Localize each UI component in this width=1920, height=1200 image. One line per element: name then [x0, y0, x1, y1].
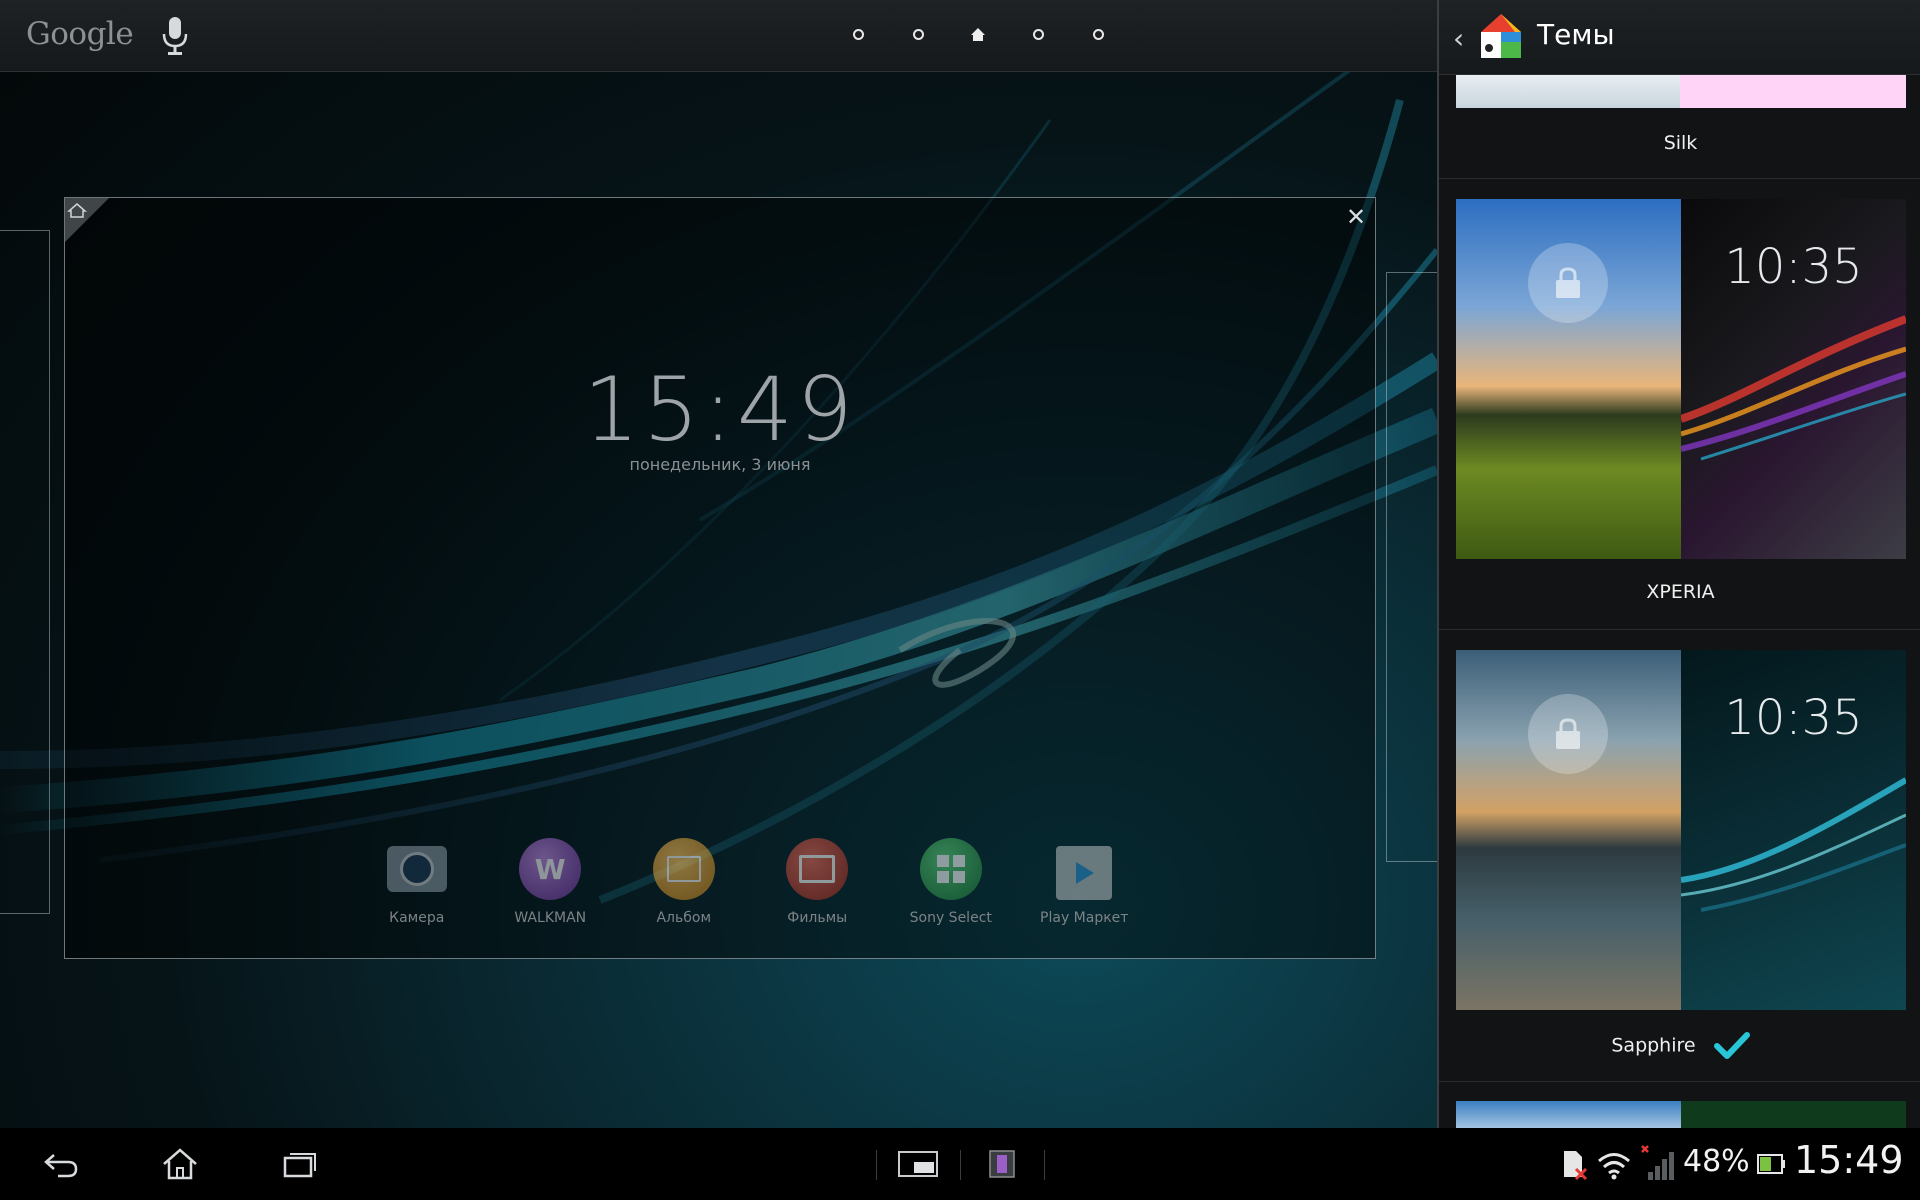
small-apps-button[interactable]: [888, 1142, 948, 1186]
divider: [876, 1150, 877, 1180]
dock-app-label: Фильмы: [787, 910, 848, 926]
back-icon: [44, 1154, 78, 1178]
microphone-icon[interactable]: [160, 14, 190, 58]
clock-widget[interactable]: 15:49: [65, 358, 1375, 461]
sony-select-icon: [919, 838, 982, 900]
wifi-icon: [1598, 1153, 1630, 1180]
home-button[interactable]: [150, 1142, 210, 1186]
lockscreen-preview: [1456, 1101, 1681, 1128]
system-bar: 48% 15:49: [0, 1128, 1920, 1200]
play-market-icon: [1056, 846, 1113, 900]
theme-preview-xperia: 10:35: [1456, 199, 1906, 559]
battery-percent: 48%: [1683, 1144, 1750, 1179]
preview-clock: 10:35: [1724, 239, 1863, 295]
dock-app-movies[interactable]: Фильмы: [751, 838, 885, 926]
homescreen-preview: 10:35: [1681, 650, 1906, 1010]
home-icon: [163, 1148, 197, 1180]
dock-app-label: Альбом: [656, 910, 712, 926]
theme-item-sapphire[interactable]: 10:35 Sapphire: [1439, 629, 1920, 1082]
divider: [1044, 1150, 1045, 1180]
theme-preview-sapphire: 10:35: [1456, 650, 1906, 1010]
lock-icon: [1528, 694, 1608, 774]
left-page-edge[interactable]: [0, 230, 50, 914]
walkman-icon: W: [519, 838, 582, 900]
page-dot[interactable]: [828, 22, 888, 46]
app-dock: Камера W WALKMAN Альбом Фильмы Sony Sele…: [350, 838, 1151, 926]
home-icon: [971, 27, 985, 41]
theme-item-next[interactable]: [1439, 1081, 1920, 1128]
themes-title: Темы: [1537, 18, 1615, 51]
preview-clock: 10:35: [1724, 690, 1863, 746]
home-page-preview[interactable]: ✕ 15:49 понедельник, 3 июня Камера W WAL…: [64, 197, 1376, 959]
cell-signal-icon: [1641, 1145, 1674, 1180]
silk-preview-right: [1680, 75, 1906, 108]
battery-icon: [1757, 1154, 1785, 1174]
page-dot[interactable]: [1068, 22, 1128, 46]
small-app-shortcut[interactable]: [972, 1142, 1032, 1186]
dock-app-play-market[interactable]: Play Маркет: [1018, 838, 1152, 926]
dock-app-camera[interactable]: Камера: [350, 838, 484, 926]
dock-app-label: WALKMAN: [514, 910, 587, 926]
homescreen-preview: [1681, 1101, 1906, 1128]
silk-preview-left: [1456, 75, 1680, 108]
page-indicator: [828, 22, 1128, 46]
dock-app-album[interactable]: Альбом: [617, 838, 751, 926]
home-page-dot[interactable]: [948, 22, 1008, 46]
lockscreen-preview: [1456, 650, 1681, 1010]
selected-check-icon: [1713, 1032, 1750, 1059]
theme-preview-next: [1456, 1101, 1906, 1128]
recent-apps-button[interactable]: [270, 1142, 330, 1186]
homescreen-preview: 10:35: [1681, 199, 1906, 559]
divider: [960, 1150, 961, 1180]
back-button[interactable]: [30, 1142, 90, 1186]
lock-icon: [1528, 243, 1608, 323]
album-icon: [652, 838, 715, 900]
right-page-edge[interactable]: [1386, 272, 1437, 862]
back-chevron-icon[interactable]: ‹: [1453, 22, 1464, 55]
dock-app-label: Камера: [389, 910, 445, 926]
set-home-icon[interactable]: [65, 198, 109, 242]
lockscreen-preview: [1456, 199, 1681, 559]
status-clock[interactable]: 15:49: [1794, 1138, 1904, 1182]
theme-name-row: Sapphire: [1439, 1032, 1920, 1060]
dock-app-walkman[interactable]: W WALKMAN: [484, 838, 618, 926]
dock-app-sony-select[interactable]: Sony Select: [884, 838, 1018, 926]
movies-icon: [786, 838, 849, 900]
no-sim-icon: [1564, 1151, 1588, 1181]
themes-app-icon[interactable]: [1475, 10, 1527, 62]
theme-name: Silk: [1663, 132, 1698, 154]
close-icon[interactable]: ✕: [1343, 204, 1369, 230]
small-app-icon: [989, 1150, 1015, 1178]
recent-apps-icon: [283, 1153, 316, 1178]
small-apps-icon: [898, 1151, 938, 1177]
page-dot[interactable]: [888, 22, 948, 46]
theme-item-xperia[interactable]: 10:35 XPERIA: [1439, 178, 1920, 630]
camera-icon: [386, 846, 447, 892]
theme-name: Sapphire: [1611, 1034, 1696, 1057]
dock-app-label: Sony Select: [909, 910, 992, 926]
page-dot[interactable]: [1008, 22, 1068, 46]
home-screen: Google ✕ 15:49 понедельник, 3 июня Камер…: [0, 0, 1437, 1128]
theme-name: XPERIA: [1646, 581, 1715, 603]
dock-app-label: Play Маркет: [1040, 910, 1129, 926]
themes-panel: ‹ Темы Silk 10:35 XPERIA 10:35 Sapphire: [1437, 0, 1920, 1128]
date-label: понедельник, 3 июня: [629, 455, 811, 474]
themes-header: ‹ Темы: [1439, 0, 1920, 75]
google-search-logo[interactable]: Google: [26, 16, 134, 52]
launcher-top-bar: Google: [0, 0, 1437, 72]
